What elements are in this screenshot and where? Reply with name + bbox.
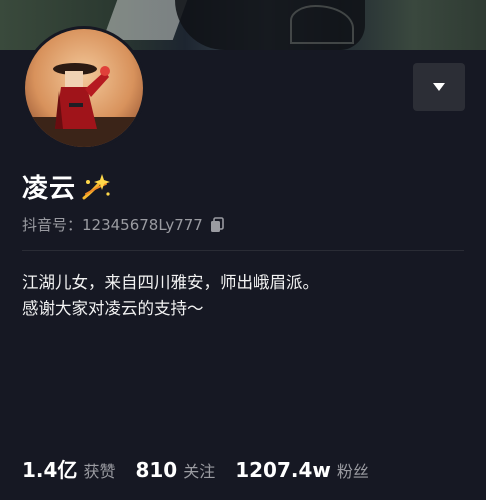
sparkle-icon bbox=[82, 173, 111, 199]
profile-name: 凌云 bbox=[22, 174, 77, 204]
stat-value: 810 bbox=[135, 458, 178, 482]
stat-followers[interactable]: 1207.4w 粉丝 bbox=[235, 458, 369, 482]
copy-icon[interactable] bbox=[209, 216, 225, 233]
bio: 江湖儿女，来自四川雅安，师出峨眉派。 感谢大家对凌云的支持～ bbox=[22, 270, 319, 322]
stat-likes[interactable]: 1.4亿 获赞 bbox=[22, 454, 115, 483]
stat-label: 粉丝 bbox=[336, 462, 369, 481]
profile-name-row: 凌云 bbox=[22, 168, 112, 205]
avatar-image bbox=[25, 29, 143, 147]
stat-label: 获赞 bbox=[83, 462, 116, 481]
stat-label: 关注 bbox=[183, 462, 216, 481]
stats-row: 1.4亿 获赞 810 关注 1207.4w 粉丝 bbox=[22, 454, 389, 483]
divider bbox=[22, 250, 464, 251]
douyin-id-row[interactable]: 抖音号：12345678Ly777 bbox=[22, 214, 225, 235]
more-menu-button[interactable] bbox=[413, 63, 465, 111]
stat-value: 1207.4w bbox=[235, 458, 331, 482]
bio-line: 江湖儿女，来自四川雅安，师出峨眉派。 bbox=[22, 273, 319, 292]
chevron-down-icon bbox=[433, 83, 445, 91]
avatar[interactable] bbox=[22, 26, 146, 150]
stat-following[interactable]: 810 关注 bbox=[135, 458, 215, 482]
bio-line: 感谢大家对凌云的支持～ bbox=[22, 299, 204, 318]
stat-value: 1.4亿 bbox=[22, 458, 78, 482]
douyin-id: 抖音号：12345678Ly777 bbox=[22, 216, 203, 234]
